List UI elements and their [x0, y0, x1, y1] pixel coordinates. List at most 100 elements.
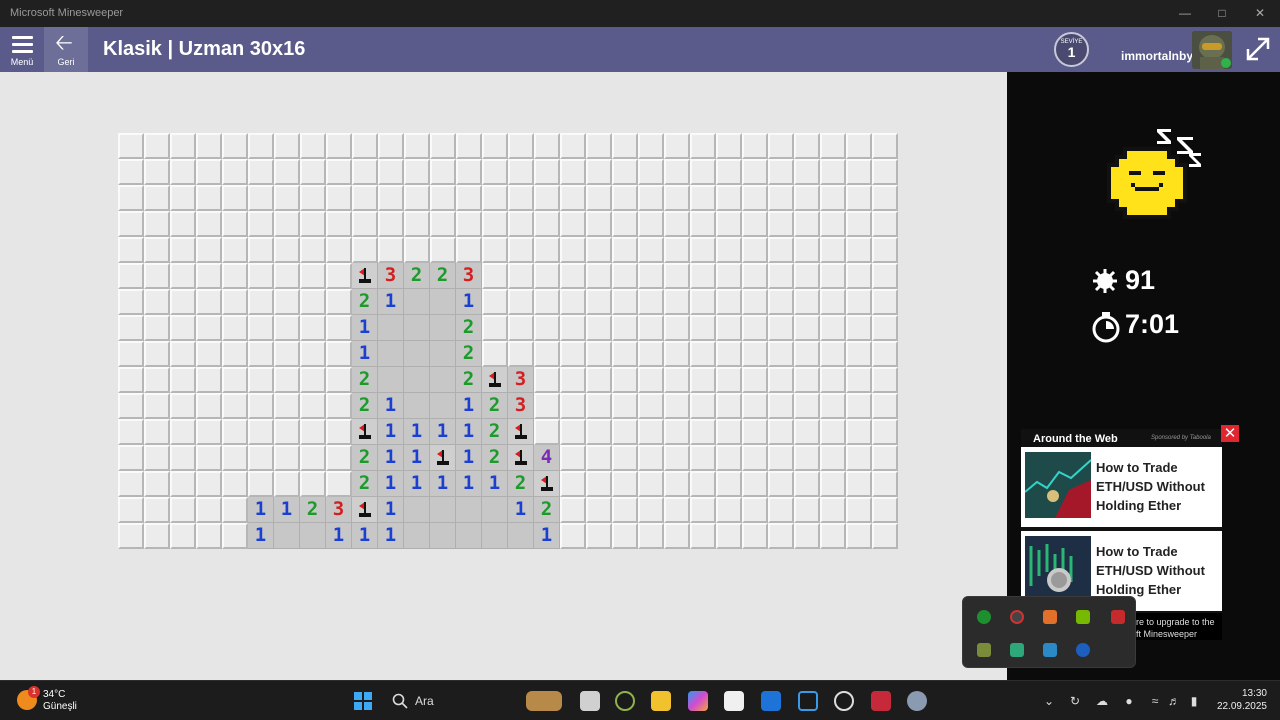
cell-covered[interactable] — [534, 237, 560, 263]
security-icon[interactable] — [1043, 643, 1057, 657]
cell-revealed-number[interactable]: 2 — [456, 315, 482, 341]
cell-covered[interactable] — [612, 211, 638, 237]
cell-covered[interactable] — [872, 159, 898, 185]
cell-covered[interactable] — [170, 471, 196, 497]
cell-covered[interactable] — [846, 211, 872, 237]
cell-revealed-empty[interactable] — [404, 315, 430, 341]
cell-covered[interactable] — [560, 237, 586, 263]
cell-covered[interactable] — [560, 471, 586, 497]
cell-covered[interactable] — [326, 445, 352, 471]
cell-covered[interactable] — [612, 263, 638, 289]
cell-covered[interactable] — [274, 367, 300, 393]
cell-covered[interactable] — [170, 367, 196, 393]
cell-revealed-number[interactable]: 3 — [326, 497, 352, 523]
cell-covered[interactable] — [716, 341, 742, 367]
cloud-icon[interactable]: ☁ — [1095, 694, 1109, 708]
cell-covered[interactable] — [690, 289, 716, 315]
cell-revealed-number[interactable]: 3 — [508, 393, 534, 419]
cell-covered[interactable] — [404, 211, 430, 237]
username[interactable]: immortalnby — [1121, 49, 1193, 63]
cell-covered[interactable] — [352, 237, 378, 263]
cell-covered[interactable] — [664, 471, 690, 497]
cell-covered[interactable] — [508, 185, 534, 211]
cell-covered[interactable] — [534, 185, 560, 211]
cell-covered[interactable] — [404, 237, 430, 263]
cell-covered[interactable] — [326, 185, 352, 211]
cell-covered[interactable] — [560, 445, 586, 471]
cell-revealed-number[interactable]: 2 — [508, 471, 534, 497]
cell-covered[interactable] — [820, 471, 846, 497]
cell-covered[interactable] — [222, 445, 248, 471]
cell-covered[interactable] — [716, 393, 742, 419]
cell-covered[interactable] — [612, 185, 638, 211]
cell-covered[interactable] — [118, 185, 144, 211]
cell-covered[interactable] — [534, 393, 560, 419]
cell-revealed-number[interactable]: 2 — [352, 445, 378, 471]
cell-covered[interactable] — [456, 237, 482, 263]
cell-covered[interactable] — [300, 315, 326, 341]
speaker-icon[interactable]: ♬ — [1167, 694, 1181, 708]
cell-covered[interactable] — [248, 419, 274, 445]
cell-covered[interactable] — [612, 315, 638, 341]
cell-covered[interactable] — [742, 159, 768, 185]
cell-revealed-number[interactable]: 2 — [482, 393, 508, 419]
cell-revealed-empty[interactable] — [430, 315, 456, 341]
cell-covered[interactable] — [274, 393, 300, 419]
cell-covered[interactable] — [612, 419, 638, 445]
cell-covered[interactable] — [690, 341, 716, 367]
cell-revealed-number[interactable]: 1 — [378, 393, 404, 419]
cell-covered[interactable] — [482, 315, 508, 341]
windows-start-icon[interactable] — [353, 691, 373, 711]
cell-covered[interactable] — [196, 471, 222, 497]
cell-covered[interactable] — [560, 419, 586, 445]
cell-revealed-empty[interactable] — [430, 367, 456, 393]
cell-covered[interactable] — [664, 159, 690, 185]
cell-covered[interactable] — [586, 263, 612, 289]
cell-covered[interactable] — [352, 185, 378, 211]
cell-covered[interactable] — [482, 185, 508, 211]
cell-revealed-empty[interactable] — [508, 523, 534, 549]
cell-covered[interactable] — [586, 237, 612, 263]
cell-covered[interactable] — [300, 341, 326, 367]
cell-covered[interactable] — [612, 133, 638, 159]
cell-covered[interactable] — [118, 289, 144, 315]
cell-covered[interactable] — [196, 133, 222, 159]
cell-covered[interactable] — [456, 133, 482, 159]
cell-covered[interactable] — [118, 523, 144, 549]
cell-covered[interactable] — [248, 263, 274, 289]
cell-revealed-empty[interactable] — [404, 289, 430, 315]
cell-covered[interactable] — [222, 393, 248, 419]
battery-icon[interactable]: ▮ — [1187, 694, 1201, 708]
cell-covered[interactable] — [794, 497, 820, 523]
cell-covered[interactable] — [794, 159, 820, 185]
app-tray-icon[interactable] — [1111, 610, 1125, 624]
cell-covered[interactable] — [690, 419, 716, 445]
cell-covered[interactable] — [716, 497, 742, 523]
cell-covered[interactable] — [638, 471, 664, 497]
cell-revealed-empty[interactable] — [300, 523, 326, 549]
cell-covered[interactable] — [846, 263, 872, 289]
app-tray-icon[interactable] — [1010, 610, 1024, 624]
cell-covered[interactable] — [690, 471, 716, 497]
cell-covered[interactable] — [170, 159, 196, 185]
cell-covered[interactable] — [742, 393, 768, 419]
cell-covered[interactable] — [118, 237, 144, 263]
cell-covered[interactable] — [612, 341, 638, 367]
cell-covered[interactable] — [508, 237, 534, 263]
cell-covered[interactable] — [144, 367, 170, 393]
cell-covered[interactable] — [196, 315, 222, 341]
cell-covered[interactable] — [742, 133, 768, 159]
cell-covered[interactable] — [170, 341, 196, 367]
cell-covered[interactable] — [300, 185, 326, 211]
cell-revealed-empty[interactable] — [378, 341, 404, 367]
cell-covered[interactable] — [170, 263, 196, 289]
cell-revealed-number[interactable]: 1 — [326, 523, 352, 549]
cell-covered[interactable] — [456, 211, 482, 237]
cell-covered[interactable] — [196, 263, 222, 289]
cell-covered[interactable] — [508, 289, 534, 315]
cell-covered[interactable] — [274, 237, 300, 263]
app-tray-icon[interactable] — [977, 643, 991, 657]
cell-covered[interactable] — [300, 133, 326, 159]
cell-covered[interactable] — [586, 419, 612, 445]
cell-covered[interactable] — [716, 419, 742, 445]
